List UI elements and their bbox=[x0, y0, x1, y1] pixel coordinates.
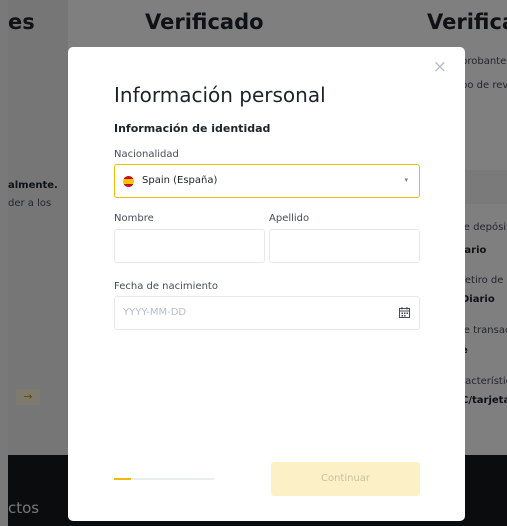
personal-info-modal: × Información personal Información de id… bbox=[68, 47, 465, 521]
continue-button[interactable]: Continuar bbox=[271, 462, 420, 496]
nationality-select[interactable]: Spain (España) ▾ bbox=[114, 164, 420, 198]
chevron-down-icon: ▾ bbox=[404, 176, 408, 184]
first-name-input[interactable] bbox=[114, 229, 265, 263]
calendar-icon[interactable] bbox=[399, 307, 410, 318]
spain-flag-icon bbox=[123, 176, 134, 187]
first-name-label: Nombre bbox=[114, 213, 154, 224]
nationality-label: Nacionalidad bbox=[114, 149, 179, 160]
nationality-value: Spain (España) bbox=[142, 175, 218, 186]
step-progress-fill bbox=[114, 478, 131, 480]
birth-date-label: Fecha de nacimiento bbox=[114, 281, 218, 292]
last-name-label: Apellido bbox=[269, 213, 310, 224]
step-progress-bar bbox=[114, 478, 214, 480]
modal-title: Información personal bbox=[114, 83, 326, 107]
close-icon[interactable]: × bbox=[433, 59, 447, 76]
last-name-input[interactable] bbox=[269, 229, 420, 263]
birth-date-placeholder: YYYY-MM-DD bbox=[123, 307, 187, 318]
birth-date-input[interactable]: YYYY-MM-DD bbox=[114, 296, 420, 330]
section-title: Información de identidad bbox=[114, 122, 271, 135]
